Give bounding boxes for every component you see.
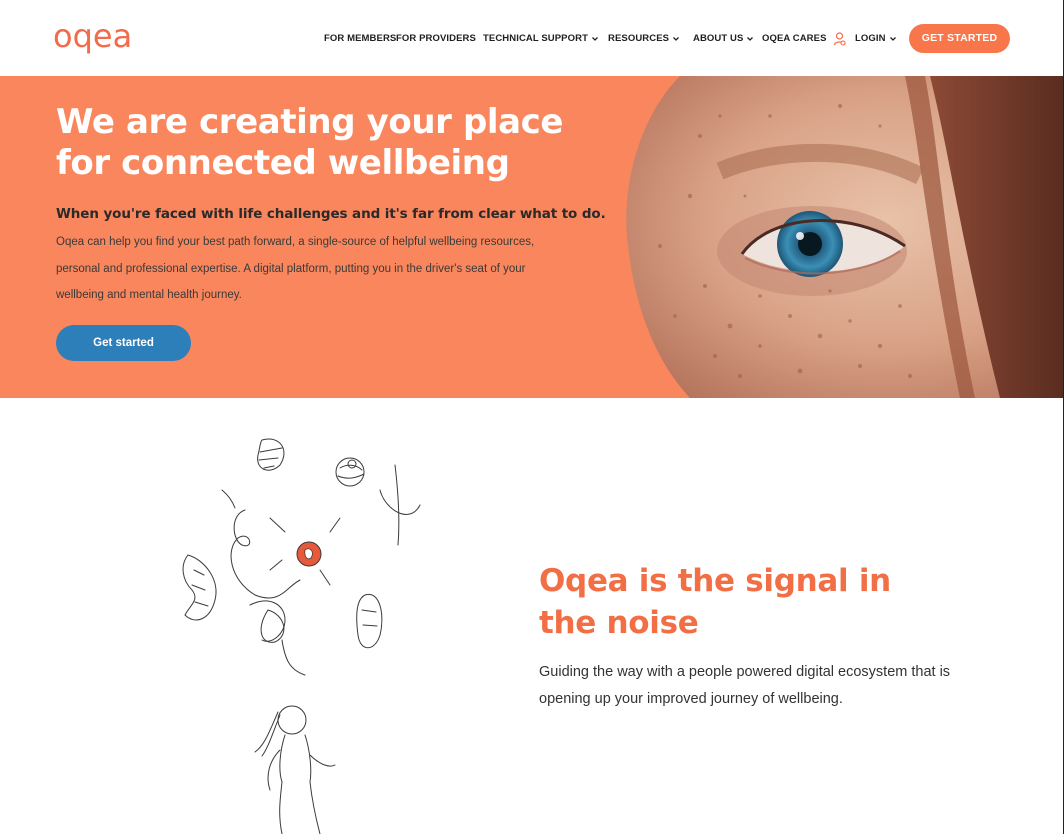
chevron-down-icon (592, 37, 598, 41)
signal-section-title: Oqea is the signal in the noise (539, 563, 891, 641)
hero-section: We are creating your place for connected… (0, 76, 1064, 398)
hero-subtitle: When you're faced with life challenges a… (56, 206, 606, 222)
nav-for-providers[interactable]: FOR PROVIDERS (396, 30, 476, 48)
hero-body-text: Oqea can help you find your best path fo… (56, 236, 535, 301)
nav-oqea-cares[interactable]: OQEA CARES (762, 30, 846, 48)
signal-section-body: Guiding the way with a people powered di… (539, 664, 951, 707)
site-header: oqea FOR MEMBERS FOR PROVIDERS TECHNICAL… (0, 0, 1064, 76)
person-icon (833, 32, 846, 46)
nav-about-us[interactable]: ABOUT US (693, 30, 754, 48)
chevron-down-icon (889, 37, 896, 41)
get-started-header-button[interactable]: GET STARTED (909, 24, 1010, 53)
chevron-down-icon (747, 37, 754, 41)
chevron-down-icon (673, 37, 680, 41)
nav-technical-support[interactable]: TECHNICAL SUPPORT (483, 30, 599, 48)
get-started-hero-button[interactable]: Get started (56, 325, 191, 361)
oqea-logo[interactable]: oqea (53, 16, 132, 56)
nav-for-members[interactable]: FOR MEMBERS (324, 30, 396, 48)
nav-login[interactable]: LOGIN (855, 30, 897, 48)
walking-person-doodle-illustration (182, 438, 421, 834)
hero-title: We are creating your place for connected… (56, 102, 564, 183)
nav-resources[interactable]: RESOURCES (608, 30, 680, 48)
